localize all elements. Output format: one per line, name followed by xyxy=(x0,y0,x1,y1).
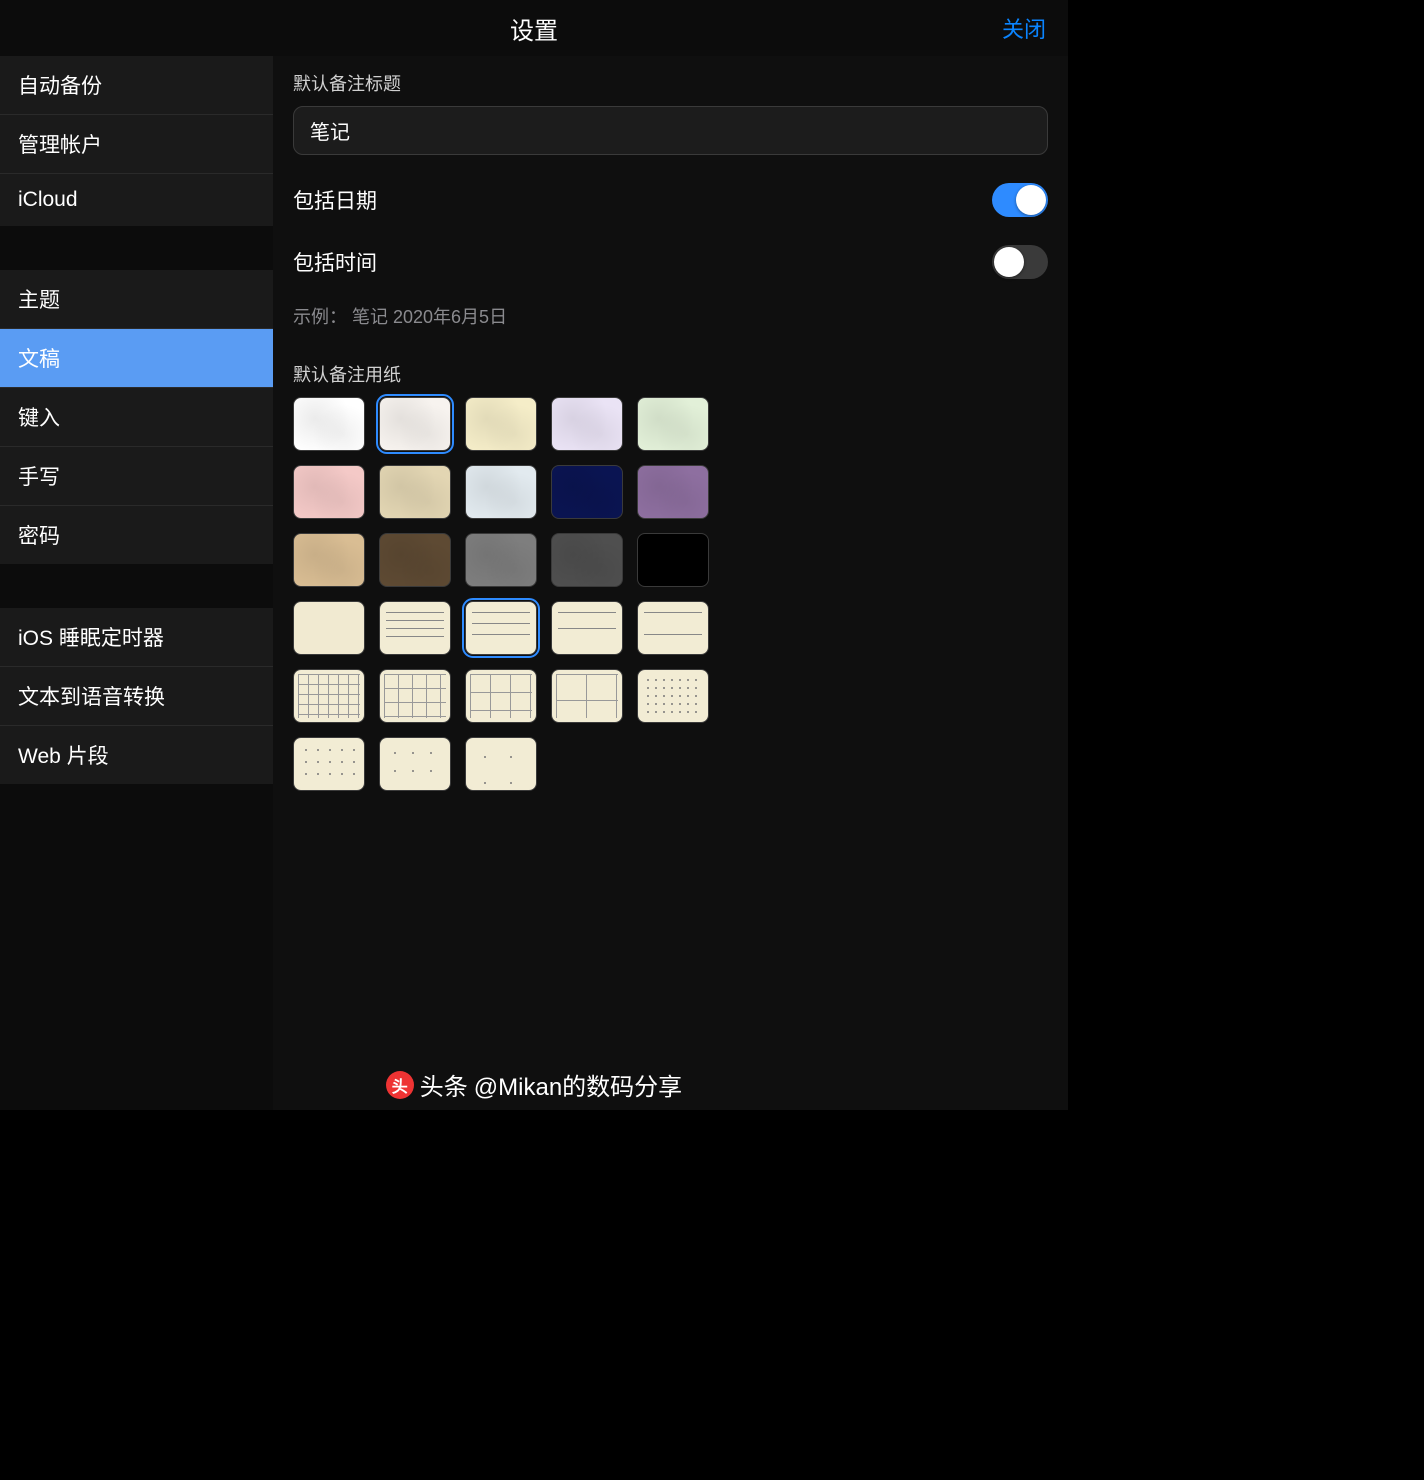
paper-swatch-charcoal[interactable] xyxy=(551,533,623,587)
paper-swatch-dots-l[interactable] xyxy=(379,737,451,791)
default-paper-label: 默认备注用纸 xyxy=(273,347,1068,397)
paper-swatch-gray[interactable] xyxy=(465,533,537,587)
paper-swatch-lavender[interactable] xyxy=(551,397,623,451)
default-title-label: 默认备注标题 xyxy=(273,56,1068,106)
paper-swatch-purple[interactable] xyxy=(637,465,709,519)
sidebar-item-icloud[interactable]: iCloud xyxy=(0,174,273,226)
paper-swatch-tan[interactable] xyxy=(379,465,451,519)
sidebar-item-theme[interactable]: 主题 xyxy=(0,270,273,329)
header: 设置 关闭 xyxy=(0,0,1068,56)
paper-swatch-white[interactable] xyxy=(293,397,365,451)
watermark: 头 头条 @Mikan的数码分享 xyxy=(0,1067,1068,1102)
close-button[interactable]: 关闭 xyxy=(1002,12,1046,44)
example-text: 示例： 笔记 2020年6月5日 xyxy=(273,293,1068,347)
pattern-swatch-grid xyxy=(273,601,1068,805)
paper-swatch-pink[interactable] xyxy=(293,465,365,519)
paper-swatch-brown[interactable] xyxy=(379,533,451,587)
paper-swatch-sand[interactable] xyxy=(293,533,365,587)
paper-swatch-lines-s[interactable] xyxy=(379,601,451,655)
include-date-row: 包括日期 xyxy=(273,169,1068,231)
include-date-label: 包括日期 xyxy=(293,185,377,215)
paper-swatch-mint[interactable] xyxy=(637,397,709,451)
default-title-input[interactable] xyxy=(293,106,1048,155)
sidebar-item-tts[interactable]: 文本到语音转换 xyxy=(0,667,273,726)
paper-swatch-lines-xl[interactable] xyxy=(637,601,709,655)
include-time-row: 包括时间 xyxy=(273,231,1068,293)
paper-swatch-dots-xl[interactable] xyxy=(465,737,537,791)
page-title: 设置 xyxy=(510,11,558,46)
paper-swatch-dots-m[interactable] xyxy=(293,737,365,791)
sidebar-gap xyxy=(0,564,273,608)
sidebar-item-document[interactable]: 文稿 xyxy=(0,329,273,388)
sidebar-item-sleeptimer[interactable]: iOS 睡眠定时器 xyxy=(0,608,273,667)
paper-swatch-grid-l[interactable] xyxy=(465,669,537,723)
paper-swatch-navy[interactable] xyxy=(551,465,623,519)
include-date-toggle[interactable] xyxy=(992,183,1048,217)
paper-swatch-dots-s[interactable] xyxy=(637,669,709,723)
sidebar-item-password[interactable]: 密码 xyxy=(0,506,273,564)
toutiao-logo-icon: 头 xyxy=(386,1071,414,1099)
paper-swatch-cream[interactable] xyxy=(465,397,537,451)
paper-swatch-grid-m[interactable] xyxy=(379,669,451,723)
paper-swatch-lines-l[interactable] xyxy=(551,601,623,655)
paper-swatch-offwhite[interactable] xyxy=(379,397,451,451)
include-time-label: 包括时间 xyxy=(293,247,377,277)
sidebar: 自动备份管理帐户iCloud 主题文稿键入手写密码 iOS 睡眠定时器文本到语音… xyxy=(0,56,273,1110)
sidebar-item-handwriting[interactable]: 手写 xyxy=(0,447,273,506)
watermark-prefix: 头条 xyxy=(420,1067,468,1102)
color-swatch-grid xyxy=(273,397,1068,601)
include-time-toggle[interactable] xyxy=(992,245,1048,279)
sidebar-item-web[interactable]: Web 片段 xyxy=(0,726,273,784)
paper-swatch-plain[interactable] xyxy=(293,601,365,655)
paper-swatch-black[interactable] xyxy=(637,533,709,587)
paper-swatch-grid-s[interactable] xyxy=(293,669,365,723)
paper-swatch-lines-m[interactable] xyxy=(465,601,537,655)
content-pane: 默认备注标题 包括日期 包括时间 示例： 笔记 2020年6月5日 默认备注用纸 xyxy=(273,56,1068,1110)
paper-swatch-sky[interactable] xyxy=(465,465,537,519)
sidebar-item-backup[interactable]: 自动备份 xyxy=(0,56,273,115)
watermark-text: @Mikan的数码分享 xyxy=(474,1067,682,1102)
paper-swatch-grid-xl[interactable] xyxy=(551,669,623,723)
sidebar-item-typing[interactable]: 键入 xyxy=(0,388,273,447)
sidebar-gap xyxy=(0,226,273,270)
sidebar-item-account[interactable]: 管理帐户 xyxy=(0,115,273,174)
